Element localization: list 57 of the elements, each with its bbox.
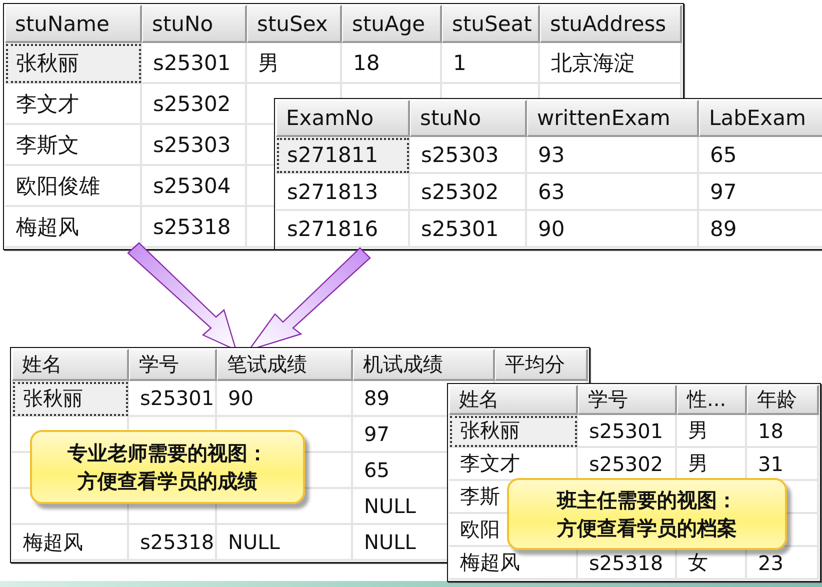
table-cell: s271813 [276, 174, 410, 211]
table-cell: 梅超风 [5, 207, 142, 248]
column-header[interactable]: 笔试成绩 [217, 349, 353, 381]
table-cell: s25301 [142, 43, 247, 84]
column-header[interactable]: stuName [5, 5, 142, 43]
callout-text: 专业老师需要的视图： [68, 440, 268, 467]
table-cell: 90 [527, 211, 699, 248]
column-header[interactable]: writtenExam [527, 100, 699, 137]
table-cell: 89 [699, 211, 822, 248]
column-header[interactable]: 机试成绩 [353, 349, 495, 381]
callout-text: 方便查看学员的成绩 [78, 468, 258, 495]
table-cell: s25301 [129, 381, 217, 417]
table-cell: s25318 [142, 207, 247, 248]
column-header[interactable]: 姓名 [449, 385, 578, 415]
column-header[interactable]: 学号 [129, 349, 217, 381]
table-cell: 93 [527, 137, 699, 174]
table-cell: 男 [247, 43, 342, 84]
column-header[interactable]: stuNo [142, 5, 247, 43]
table-cell: s271811 [276, 137, 410, 174]
table-cell: 18 [747, 415, 819, 448]
table-cell: 男 [677, 415, 747, 448]
column-header[interactable]: LabExam [699, 100, 822, 137]
table-cell: 李斯文 [5, 125, 142, 166]
table-cell: s271816 [276, 211, 410, 248]
column-header[interactable]: stuSeat [442, 5, 540, 43]
table-cell: 18 [342, 43, 442, 84]
column-header[interactable]: ExamNo [276, 100, 410, 137]
table-cell: NULL [217, 525, 353, 561]
table-cell: s25303 [142, 125, 247, 166]
table-cell: 1 [442, 43, 540, 84]
column-header[interactable]: 性... [677, 385, 747, 415]
table-cell: 90 [217, 381, 353, 417]
table-cell: 梅超风 [12, 525, 129, 561]
column-header[interactable]: 姓名 [12, 349, 129, 381]
column-header[interactable]: stuSex [247, 5, 342, 43]
table-cell: 欧阳俊雄 [5, 166, 142, 207]
table-cell: 65 [699, 137, 822, 174]
table-cell: 李文才 [5, 84, 142, 125]
table-cell: s25302 [410, 174, 527, 211]
column-header[interactable]: 学号 [578, 385, 677, 415]
table-cell: 97 [699, 174, 822, 211]
column-header[interactable]: 年龄 [747, 385, 819, 415]
table-cell: 张秋丽 [449, 415, 578, 448]
column-header[interactable]: 平均分 [495, 349, 588, 381]
table-cell: 63 [527, 174, 699, 211]
column-header[interactable]: stuNo [410, 100, 527, 137]
table-cell: s25318 [129, 525, 217, 561]
table-cell: s25304 [142, 166, 247, 207]
table-cell: 北京海淀 [540, 43, 682, 84]
table-cell: s25302 [142, 84, 247, 125]
column-header[interactable]: stuAge [342, 5, 442, 43]
table-cell: s25303 [410, 137, 527, 174]
table-cell: s25301 [578, 415, 677, 448]
table-cell: 张秋丽 [12, 381, 129, 417]
table-cell: 张秋丽 [5, 43, 142, 84]
table-cell: s25301 [410, 211, 527, 248]
column-header[interactable]: stuAddress [540, 5, 682, 43]
